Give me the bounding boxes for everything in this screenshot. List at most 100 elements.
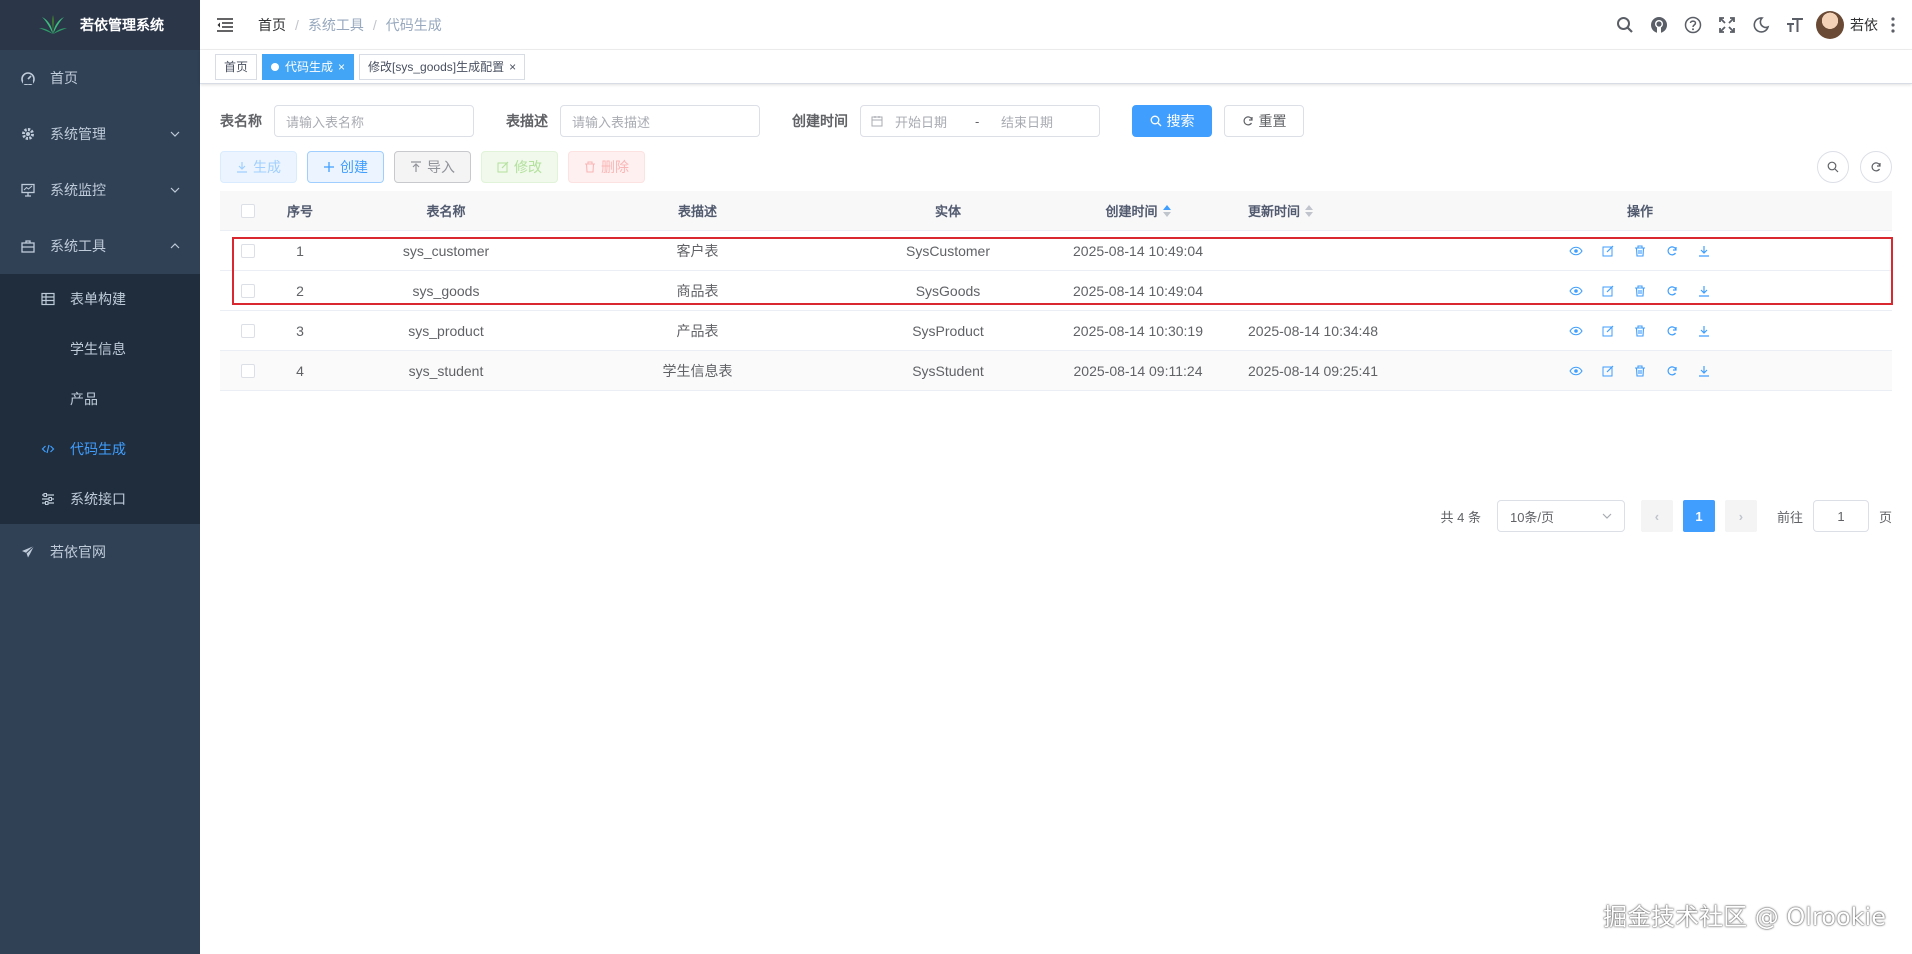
sidebar-item-form-builder[interactable]: 表单构建 bbox=[0, 274, 200, 324]
col-create-time[interactable]: 创建时间 bbox=[1068, 191, 1208, 230]
sidebar-item-product[interactable]: 产品 bbox=[0, 374, 200, 424]
avatar bbox=[1816, 11, 1844, 39]
sidebar-item-system-monitor[interactable]: 系统监控 bbox=[0, 162, 200, 218]
sidebar-item-code-gen[interactable]: 代码生成 bbox=[0, 424, 200, 474]
user-menu[interactable]: 若依 bbox=[1816, 11, 1878, 39]
download-icon[interactable] bbox=[1696, 363, 1712, 379]
search-icon bbox=[1150, 115, 1162, 127]
tab-label: 修改[sys_goods]生成配置 bbox=[368, 60, 505, 74]
page-number[interactable]: 1 bbox=[1682, 500, 1715, 532]
preview-icon[interactable] bbox=[1568, 323, 1584, 339]
download-icon[interactable] bbox=[1696, 283, 1712, 299]
sync-icon[interactable] bbox=[1664, 243, 1680, 259]
sidebar-item-system-api[interactable]: 系统接口 bbox=[0, 474, 200, 524]
create-button[interactable]: 创建 bbox=[307, 151, 384, 183]
preview-icon[interactable] bbox=[1568, 363, 1584, 379]
sync-icon[interactable] bbox=[1664, 363, 1680, 379]
search-button[interactable]: 搜索 bbox=[1132, 105, 1212, 137]
sidebar-item-home[interactable]: 首页 bbox=[0, 50, 200, 106]
edit-icon[interactable] bbox=[1600, 243, 1616, 259]
preview-icon[interactable] bbox=[1568, 283, 1584, 299]
navbar-right: 若依 bbox=[1608, 0, 1912, 50]
sidebar-item-label: 首页 bbox=[50, 70, 78, 86]
tab-home[interactable]: 首页 bbox=[215, 53, 258, 80]
refresh-button[interactable] bbox=[1860, 151, 1892, 183]
search-icon[interactable] bbox=[1608, 0, 1642, 50]
cell-create-time: 2025-08-14 10:49:04 bbox=[1073, 242, 1203, 259]
row-actions bbox=[1568, 243, 1712, 259]
cell-table-desc: 产品表 bbox=[676, 322, 719, 339]
fullscreen-icon[interactable] bbox=[1710, 0, 1744, 50]
goto-suffix: 页 bbox=[1878, 509, 1892, 525]
generate-button[interactable]: 生成 bbox=[220, 151, 297, 183]
create-time-label: 创建时间 bbox=[792, 113, 848, 129]
sidebar-item-system-management[interactable]: 系统管理 bbox=[0, 106, 200, 162]
navbar: 首页 / 系统工具 / 代码生成 若依 bbox=[200, 0, 1912, 50]
sync-icon[interactable] bbox=[1664, 283, 1680, 299]
table-name-input[interactable]: 请输入表名称 bbox=[274, 105, 474, 137]
cell-index: 4 bbox=[296, 362, 304, 379]
date-range-picker[interactable]: 开始日期 - 结束日期 bbox=[860, 105, 1100, 137]
hamburger-icon[interactable] bbox=[216, 16, 234, 34]
cell-table-name: sys_product bbox=[408, 322, 484, 339]
sidebar-item-website[interactable]: 若依官网 bbox=[0, 524, 200, 580]
download-icon[interactable] bbox=[1696, 243, 1712, 259]
toolbox-icon bbox=[20, 238, 36, 254]
page-size-select[interactable]: 10条/页 bbox=[1496, 500, 1625, 532]
font-size-icon[interactable] bbox=[1778, 0, 1812, 50]
goto-page-input[interactable]: 1 bbox=[1812, 500, 1869, 532]
table-desc-input[interactable]: 请输入表描述 bbox=[560, 105, 760, 137]
logo[interactable]: 若依管理系统 bbox=[0, 0, 200, 50]
trash-icon[interactable] bbox=[1632, 283, 1648, 299]
main-content: 表名称 请输入表名称 表描述 请输入表描述 创建时间 开始日期 - 结束日期 搜… bbox=[200, 85, 1912, 954]
calendar-icon bbox=[871, 116, 883, 127]
sliders-icon bbox=[40, 491, 56, 507]
close-icon[interactable]: × bbox=[509, 60, 516, 74]
chevron-down-icon bbox=[1602, 513, 1612, 519]
row-checkbox[interactable] bbox=[240, 323, 255, 338]
table-row: 2 sys_goods 商品表 SysGoods 2025-08-14 10:4… bbox=[220, 271, 1892, 311]
import-button[interactable]: 导入 bbox=[394, 151, 471, 183]
start-date-input[interactable]: 开始日期 bbox=[895, 112, 975, 131]
sync-icon[interactable] bbox=[1664, 323, 1680, 339]
sort-icon[interactable] bbox=[1162, 204, 1171, 217]
row-checkbox[interactable] bbox=[240, 243, 255, 258]
toggle-search-button[interactable] bbox=[1817, 151, 1849, 183]
help-icon[interactable] bbox=[1676, 0, 1710, 50]
cell-table-desc: 商品表 bbox=[676, 282, 719, 299]
edit-icon[interactable] bbox=[1600, 363, 1616, 379]
end-date-input[interactable]: 结束日期 bbox=[1001, 112, 1053, 131]
prev-page-button[interactable]: ‹ bbox=[1640, 500, 1673, 532]
cell-table-desc: 客户表 bbox=[676, 242, 719, 259]
delete-button[interactable]: 删除 bbox=[568, 151, 645, 183]
tab-edit-sys-goods[interactable]: 修改[sys_goods]生成配置 × bbox=[359, 53, 526, 80]
button-label: 生成 bbox=[253, 159, 281, 175]
edit-icon[interactable] bbox=[1600, 283, 1616, 299]
pagination: 共 4 条 10条/页 ‹ 1 › 前往 1 页 bbox=[1441, 500, 1892, 532]
cell-update-time bbox=[1208, 231, 1388, 270]
sidebar-item-student-info[interactable]: 学生信息 bbox=[0, 324, 200, 374]
moon-icon[interactable] bbox=[1744, 0, 1778, 50]
row-checkbox[interactable] bbox=[240, 363, 255, 378]
table-icon bbox=[40, 291, 56, 307]
next-page-button[interactable]: › bbox=[1724, 500, 1757, 532]
col-update-time[interactable]: 更新时间 bbox=[1208, 191, 1388, 230]
breadcrumb-home[interactable]: 首页 bbox=[258, 15, 286, 35]
close-icon[interactable]: × bbox=[338, 60, 345, 74]
edit-button[interactable]: 修改 bbox=[481, 151, 558, 183]
trash-icon[interactable] bbox=[1632, 243, 1648, 259]
preview-icon[interactable] bbox=[1568, 243, 1584, 259]
reset-button[interactable]: 重置 bbox=[1224, 105, 1304, 137]
col-index: 序号 bbox=[286, 204, 313, 219]
tab-code-gen[interactable]: 代码生成 × bbox=[262, 53, 355, 80]
download-icon[interactable] bbox=[1696, 323, 1712, 339]
edit-icon[interactable] bbox=[1600, 323, 1616, 339]
sort-icon[interactable] bbox=[1305, 204, 1314, 217]
more-vertical-icon[interactable] bbox=[1884, 0, 1902, 50]
trash-icon[interactable] bbox=[1632, 363, 1648, 379]
sidebar-item-system-tools[interactable]: 系统工具 bbox=[0, 218, 200, 274]
trash-icon[interactable] bbox=[1632, 323, 1648, 339]
select-all-checkbox[interactable] bbox=[240, 203, 255, 218]
github-icon[interactable] bbox=[1642, 0, 1676, 50]
row-checkbox[interactable] bbox=[240, 283, 255, 298]
